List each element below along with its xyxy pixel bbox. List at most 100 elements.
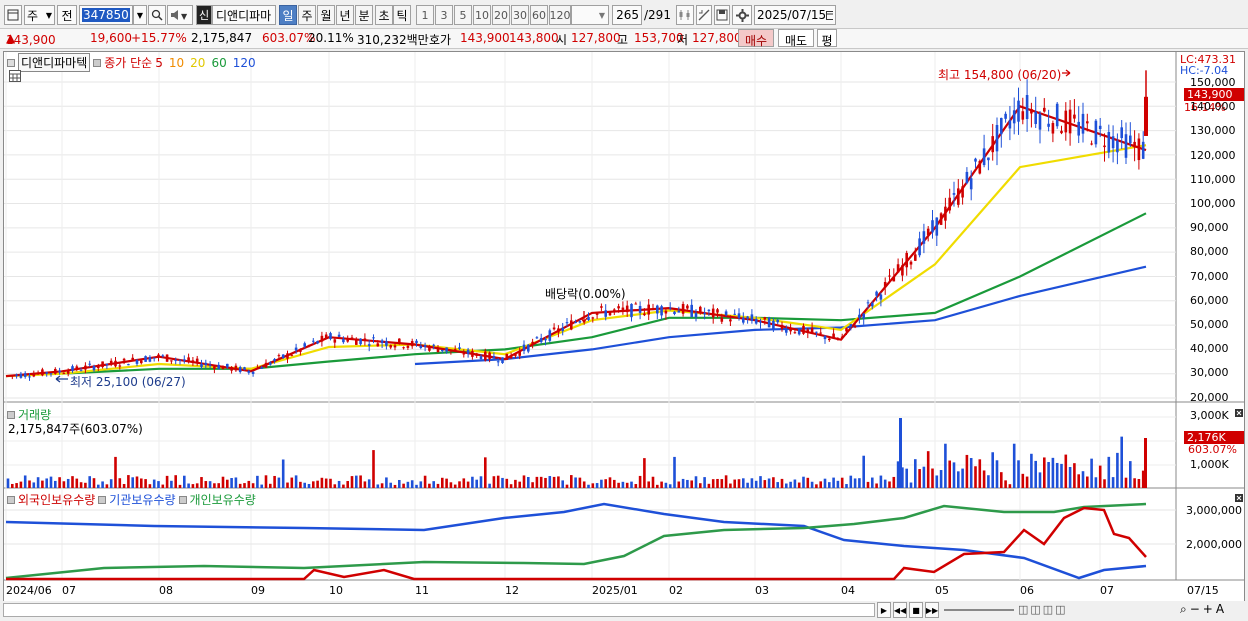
candle-body: [277, 355, 281, 357]
period-tab-5[interactable]: 초: [375, 5, 393, 25]
volume-bar: [45, 478, 48, 488]
save-icon[interactable]: [714, 5, 730, 25]
volume-bar: [122, 483, 126, 488]
candle-body: [961, 186, 964, 198]
period-tab-4[interactable]: 분: [355, 5, 373, 25]
candle-body: [922, 231, 926, 244]
volume-bar: [355, 475, 358, 488]
volume-bar: [668, 484, 672, 488]
candle-body: [926, 228, 930, 236]
speaker-icon[interactable]: ▼: [167, 5, 193, 25]
candle-body: [509, 355, 513, 359]
volume-bar: [114, 456, 117, 488]
period-tab-2[interactable]: 월: [317, 5, 335, 25]
chart-canvas[interactable]: [4, 52, 1244, 601]
candle-body: [475, 353, 478, 356]
candle-body: [944, 206, 947, 221]
zoom-tools[interactable]: ⌕−+A: [1180, 602, 1227, 617]
horizontal-scrollbar[interactable]: [3, 603, 875, 617]
buy-button[interactable]: 매수: [738, 29, 774, 48]
volume-bar: [84, 482, 87, 488]
panel-grid-icon[interactable]: [9, 70, 21, 85]
volume-bar: [557, 476, 560, 488]
forward-icon[interactable]: ▶▶: [925, 602, 939, 618]
price-y-tick: 60,000: [1190, 293, 1229, 307]
rewind-icon[interactable]: ◀◀: [893, 602, 907, 618]
volume-bar: [514, 479, 517, 488]
candle-body: [806, 329, 810, 333]
x-tick-label: 03: [755, 584, 769, 597]
volume-bar: [312, 481, 315, 488]
volume-bar: [1008, 484, 1012, 488]
volume-bar: [260, 484, 263, 488]
volume-panel-close-icon[interactable]: [1235, 406, 1243, 420]
candle-body: [858, 314, 861, 318]
candle-body: [49, 373, 53, 375]
count-input[interactable]: 265: [612, 5, 642, 25]
code-dropdown-icon[interactable]: ▼: [133, 5, 147, 25]
interval-tab-10[interactable]: 10: [473, 5, 491, 25]
volume-bar: [1051, 457, 1055, 488]
volume-bar: [754, 480, 758, 488]
x-tick-label: 07: [1100, 584, 1114, 597]
date-picker[interactable]: 2025/07/15: [754, 5, 836, 25]
candle-body: [303, 343, 306, 347]
period-tab-6[interactable]: 틱: [393, 5, 411, 25]
interval-tab-20[interactable]: 20: [492, 5, 510, 25]
volume-bar: [823, 478, 827, 488]
holding-tick-3m: 3,000,000: [1186, 504, 1242, 517]
volume-bar: [793, 479, 797, 488]
price-y-tick: 100,000: [1190, 197, 1236, 210]
draw-tool-icon[interactable]: [696, 5, 712, 25]
view-tools-icon[interactable]: ◫◫◫◫: [1018, 603, 1068, 616]
candle-body: [918, 238, 921, 256]
layout-icon[interactable]: [4, 5, 22, 25]
candle-body: [1073, 114, 1076, 119]
prev-button[interactable]: 전: [57, 5, 77, 25]
interval-tab-60[interactable]: 60: [530, 5, 548, 25]
period-tab-1[interactable]: 주: [298, 5, 316, 25]
interval-tab-120[interactable]: 120: [549, 5, 571, 25]
volume-bar: [733, 479, 736, 488]
interval-tab-1[interactable]: 1: [416, 5, 434, 25]
volume-bar: [570, 475, 573, 488]
eval-button[interactable]: 평: [817, 29, 837, 48]
market-type-select[interactable]: 주 ▼: [24, 5, 55, 25]
search-icon[interactable]: [148, 5, 166, 25]
volume-value: 2,175,847: [191, 31, 253, 45]
candle-body: [1017, 100, 1020, 122]
period-tab-0[interactable]: 일: [279, 5, 297, 25]
candle-body: [54, 368, 57, 374]
period-tab-3[interactable]: 년: [336, 5, 354, 25]
stop-icon[interactable]: ■: [909, 602, 923, 618]
interval-dropdown[interactable]: ▼: [571, 5, 609, 25]
x-tick-label: 12: [505, 584, 519, 597]
candle-body: [269, 362, 272, 365]
candle-body: [230, 366, 233, 371]
candle-body: [299, 348, 302, 352]
holding-panel-close-icon[interactable]: [1235, 491, 1243, 505]
interval-tab-5[interactable]: 5: [454, 5, 472, 25]
chart-type-icon[interactable]: [676, 5, 694, 25]
settings-gear-icon[interactable]: [732, 5, 752, 25]
stock-code-input[interactable]: 347850: [79, 5, 133, 25]
candle-body: [595, 312, 599, 315]
price-y-tick: 140,000: [1190, 100, 1236, 114]
candle-body: [458, 347, 461, 349]
volume-bar: [621, 481, 625, 488]
sell-button[interactable]: 매도: [778, 29, 814, 48]
volume-bar: [875, 483, 878, 488]
candle-body: [79, 370, 83, 372]
candle-body: [1025, 94, 1029, 120]
volume-bar: [264, 475, 268, 488]
play-icon[interactable]: ▶: [877, 602, 891, 618]
interval-tab-3[interactable]: 3: [435, 5, 453, 25]
speed-slider[interactable]: [944, 609, 1014, 611]
candle-body: [544, 338, 547, 341]
chart-area[interactable]: 디앤디파마텍 종가 단순 5 10 20 60 120 LC:473.31 HC…: [3, 51, 1245, 602]
candle-body: [750, 314, 754, 322]
volume-bar: [256, 475, 259, 488]
candle-body: [845, 328, 848, 332]
candle-body: [776, 319, 779, 323]
interval-tab-30[interactable]: 30: [511, 5, 529, 25]
